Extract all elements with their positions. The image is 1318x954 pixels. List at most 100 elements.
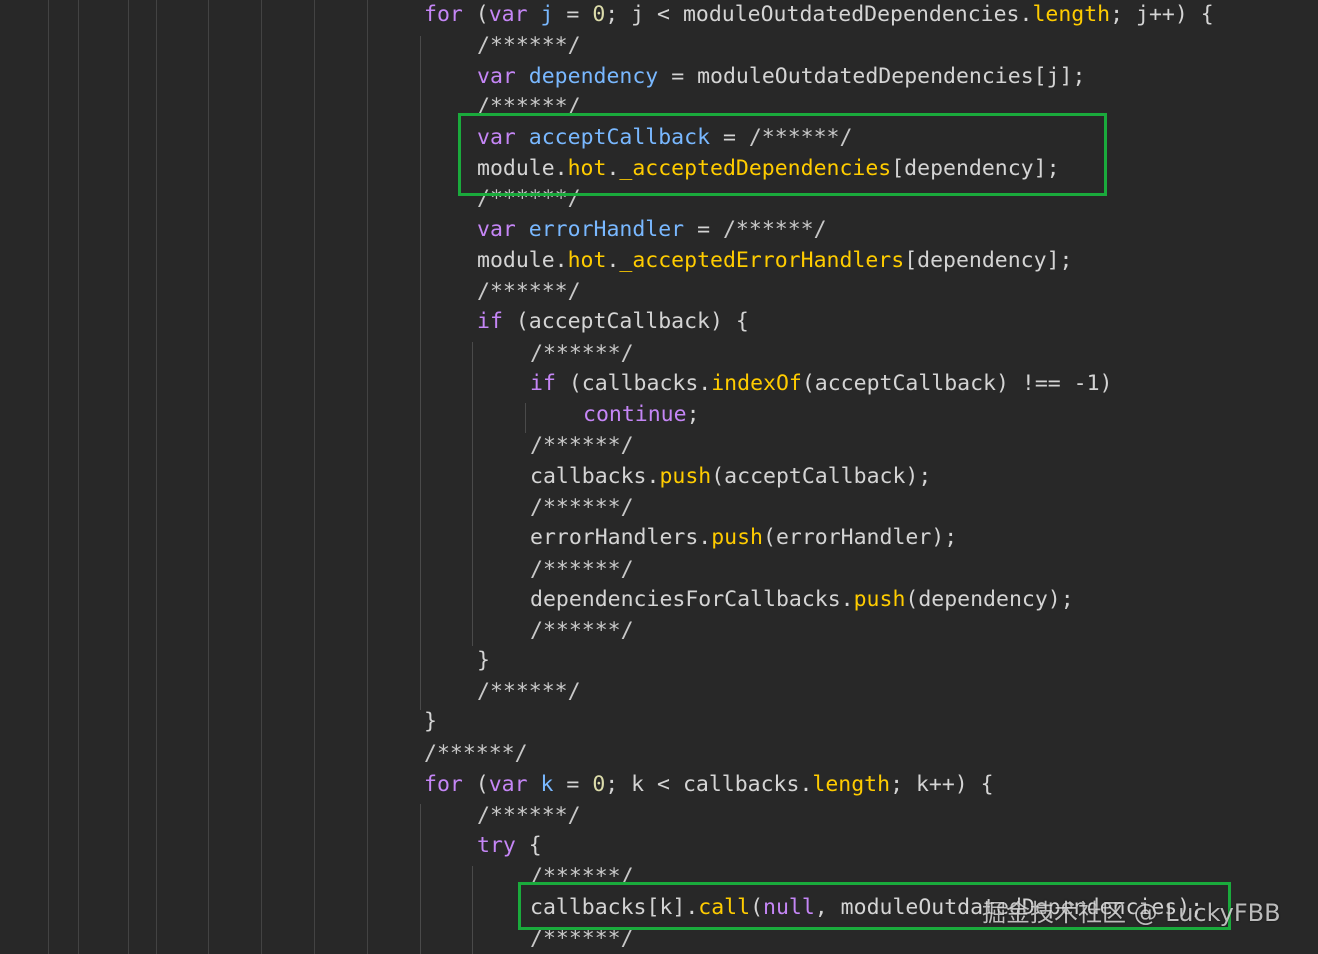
- watermark: 掘金技术社区 @ LuckyFBB: [982, 899, 1281, 927]
- code-line[interactable]: /******/: [530, 431, 634, 461]
- code-line[interactable]: /******/: [530, 493, 634, 523]
- code-token: _acceptedErrorHandlers: [619, 248, 905, 273]
- code-token: /******/: [722, 217, 827, 242]
- indent-guide: [472, 866, 473, 954]
- code-token: /******/: [530, 557, 634, 582]
- code-token: [dependency];: [904, 248, 1073, 273]
- code-line[interactable]: }: [477, 646, 490, 676]
- code-token: }: [424, 709, 437, 734]
- code-token: ;: [686, 402, 700, 427]
- code-token: if: [530, 371, 556, 396]
- code-token: push: [853, 587, 906, 612]
- code-line[interactable]: if (callbacks.indexOf(acceptCallback) !=…: [530, 369, 1113, 399]
- code-token: (acceptCallback) !== -1): [801, 371, 1113, 396]
- code-line[interactable]: if (acceptCallback) {: [477, 307, 749, 337]
- code-editor[interactable]: for (var j = 0; j < moduleOutdatedDepend…: [0, 0, 1318, 954]
- code-token: push: [659, 464, 712, 489]
- code-line[interactable]: /******/: [477, 31, 581, 61]
- code-line[interactable]: continue;: [583, 400, 700, 430]
- code-token: /******/: [530, 618, 634, 643]
- code-token: /******/: [477, 679, 581, 704]
- code-token: var: [477, 64, 516, 89]
- code-line[interactable]: dependenciesForCallbacks.push(dependency…: [530, 585, 1074, 615]
- code-token: errorHandler: [528, 217, 685, 242]
- code-token: if: [477, 309, 503, 334]
- code-token: errorHandlers.: [530, 525, 712, 550]
- code-token: var: [477, 217, 516, 242]
- code-token: moduleOutdatedDependencies[j];: [697, 64, 1086, 89]
- code-token: indexOf: [711, 371, 802, 396]
- code-token: {: [515, 833, 542, 858]
- code-token: =: [684, 217, 723, 242]
- code-token: (acceptCallback) {: [502, 309, 749, 334]
- code-line[interactable]: for (var k = 0; k < callbacks.length; k+…: [424, 770, 994, 800]
- code-token: length: [812, 772, 891, 797]
- code-token: /******/: [530, 495, 634, 520]
- indent-guide: [525, 403, 526, 433]
- code-token: 0: [592, 2, 606, 27]
- code-token: .: [606, 248, 620, 273]
- highlight-accept-callback: [458, 113, 1107, 196]
- code-line[interactable]: /******/: [530, 616, 634, 646]
- code-token: (errorHandler);: [763, 525, 958, 550]
- code-token: hot: [567, 248, 607, 273]
- code-line[interactable]: var dependency = moduleOutdatedDependenc…: [477, 62, 1085, 92]
- code-token: =: [658, 64, 698, 89]
- code-token: (dependency);: [905, 587, 1074, 612]
- code-token: ; k++) {: [890, 772, 994, 797]
- code-token: (callbacks.: [555, 371, 712, 396]
- indent-guide: [78, 0, 79, 954]
- code-token: k: [540, 772, 554, 797]
- code-token: (: [462, 772, 489, 797]
- indent-guide: [156, 0, 157, 954]
- indent-guide: [367, 0, 368, 954]
- code-line[interactable]: /******/: [530, 555, 634, 585]
- indent-guide: [261, 0, 262, 954]
- code-token: /******/: [477, 33, 581, 58]
- indent-guide: [314, 0, 315, 954]
- code-token: j: [540, 2, 554, 27]
- code-line[interactable]: errorHandlers.push(errorHandler);: [530, 523, 957, 553]
- code-token: (acceptCallback);: [711, 464, 932, 489]
- code-token: ; k < callbacks.: [605, 772, 813, 797]
- code-line[interactable]: for (var j = 0; j < moduleOutdatedDepend…: [424, 0, 1214, 30]
- code-token: =: [553, 2, 593, 27]
- code-line[interactable]: var errorHandler = /******/: [477, 215, 827, 245]
- code-token: (: [462, 2, 489, 27]
- code-token: length: [1032, 2, 1111, 27]
- code-token: for: [424, 772, 463, 797]
- code-token: /******/: [530, 341, 634, 366]
- code-token: /******/: [477, 279, 581, 304]
- code-token: module.: [477, 248, 568, 273]
- code-token: try: [477, 833, 516, 858]
- code-token: ; j < moduleOutdatedDependencies.: [605, 2, 1033, 27]
- code-line[interactable]: /******/: [477, 801, 581, 831]
- code-token: }: [477, 648, 490, 673]
- indent-guide: [420, 804, 421, 954]
- code-token: for: [424, 2, 463, 27]
- code-line[interactable]: callbacks.push(acceptCallback);: [530, 462, 931, 492]
- code-token: 0: [592, 772, 606, 797]
- code-token: =: [553, 772, 593, 797]
- code-token: callbacks.: [530, 464, 660, 489]
- code-token: dependency: [528, 64, 659, 89]
- code-token: var: [488, 2, 528, 27]
- code-line[interactable]: module.hot._acceptedErrorHandlers[depend…: [477, 246, 1072, 276]
- code-token: continue: [583, 402, 687, 427]
- code-line[interactable]: /******/: [477, 277, 581, 307]
- indent-guide: [208, 0, 209, 954]
- code-line[interactable]: /******/: [424, 739, 528, 769]
- code-token: push: [711, 525, 763, 550]
- code-line[interactable]: }: [424, 707, 437, 737]
- indent-guide: [420, 36, 421, 710]
- indent-guide: [48, 0, 49, 954]
- code-line[interactable]: /******/: [530, 339, 634, 369]
- code-line[interactable]: try {: [477, 831, 542, 861]
- code-token: /******/: [530, 433, 634, 458]
- code-token: ; j++) {: [1110, 2, 1214, 27]
- code-token: dependenciesForCallbacks.: [530, 587, 854, 612]
- code-line[interactable]: /******/: [477, 677, 581, 707]
- indent-guide: [472, 342, 473, 646]
